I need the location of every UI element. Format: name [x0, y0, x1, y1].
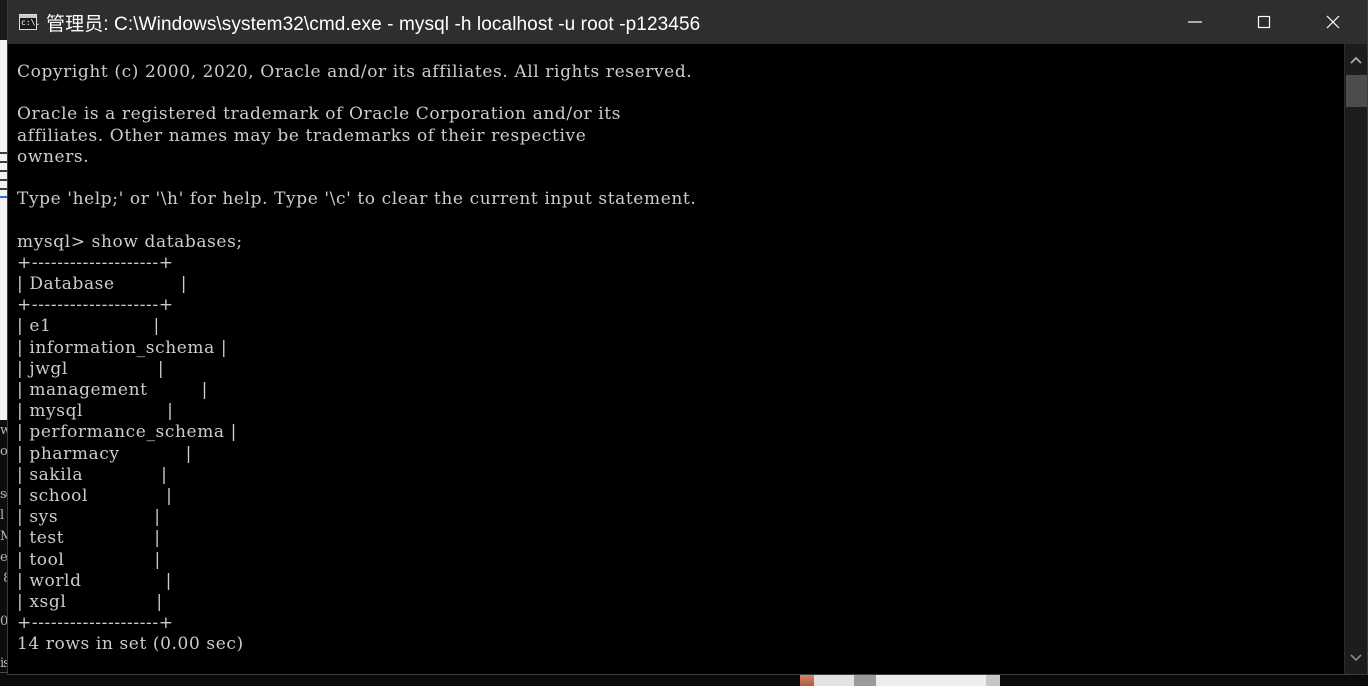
taskbar-item-4[interactable]	[876, 674, 986, 686]
minimize-button[interactable]	[1160, 0, 1229, 44]
terminal-scrollbar[interactable]	[1344, 44, 1367, 674]
scroll-up-arrow[interactable]	[1345, 50, 1367, 72]
window-controls	[1160, 0, 1367, 44]
minimize-icon	[1187, 21, 1202, 23]
cmd-window: 管理员: C:\Windows\system32\cmd.exe - mysql…	[7, 0, 1368, 675]
terminal-output-region[interactable]: Copyright (c) 2000, 2020, Oracle and/or …	[8, 44, 1344, 674]
taskbar-item-1[interactable]	[800, 674, 814, 686]
close-icon	[1326, 15, 1339, 29]
maximize-icon	[1257, 15, 1270, 29]
window-titlebar[interactable]: 管理员: C:\Windows\system32\cmd.exe - mysql…	[8, 0, 1367, 44]
scroll-down-arrow[interactable]	[1345, 646, 1367, 668]
terminal-area: Copyright (c) 2000, 2020, Oracle and/or …	[8, 44, 1367, 674]
taskbar-item-2[interactable]	[814, 674, 854, 686]
taskbar-item-5[interactable]	[986, 674, 1000, 686]
window-title: 管理员: C:\Windows\system32\cmd.exe - mysql…	[46, 13, 701, 35]
chevron-up-icon	[1350, 56, 1362, 64]
cmd-console-icon	[19, 14, 40, 30]
scrollbar-thumb[interactable]	[1346, 75, 1367, 107]
maximize-button[interactable]	[1229, 0, 1298, 44]
screen: ws or sq l My ec 8 00 is er , ↖ ↘ 簡 f o …	[0, 0, 1368, 686]
close-button[interactable]	[1298, 0, 1367, 44]
chevron-down-icon	[1350, 654, 1362, 662]
terminal-output-text: Copyright (c) 2000, 2020, Oracle and/or …	[17, 62, 697, 655]
taskbar-item-3[interactable]	[854, 674, 876, 686]
